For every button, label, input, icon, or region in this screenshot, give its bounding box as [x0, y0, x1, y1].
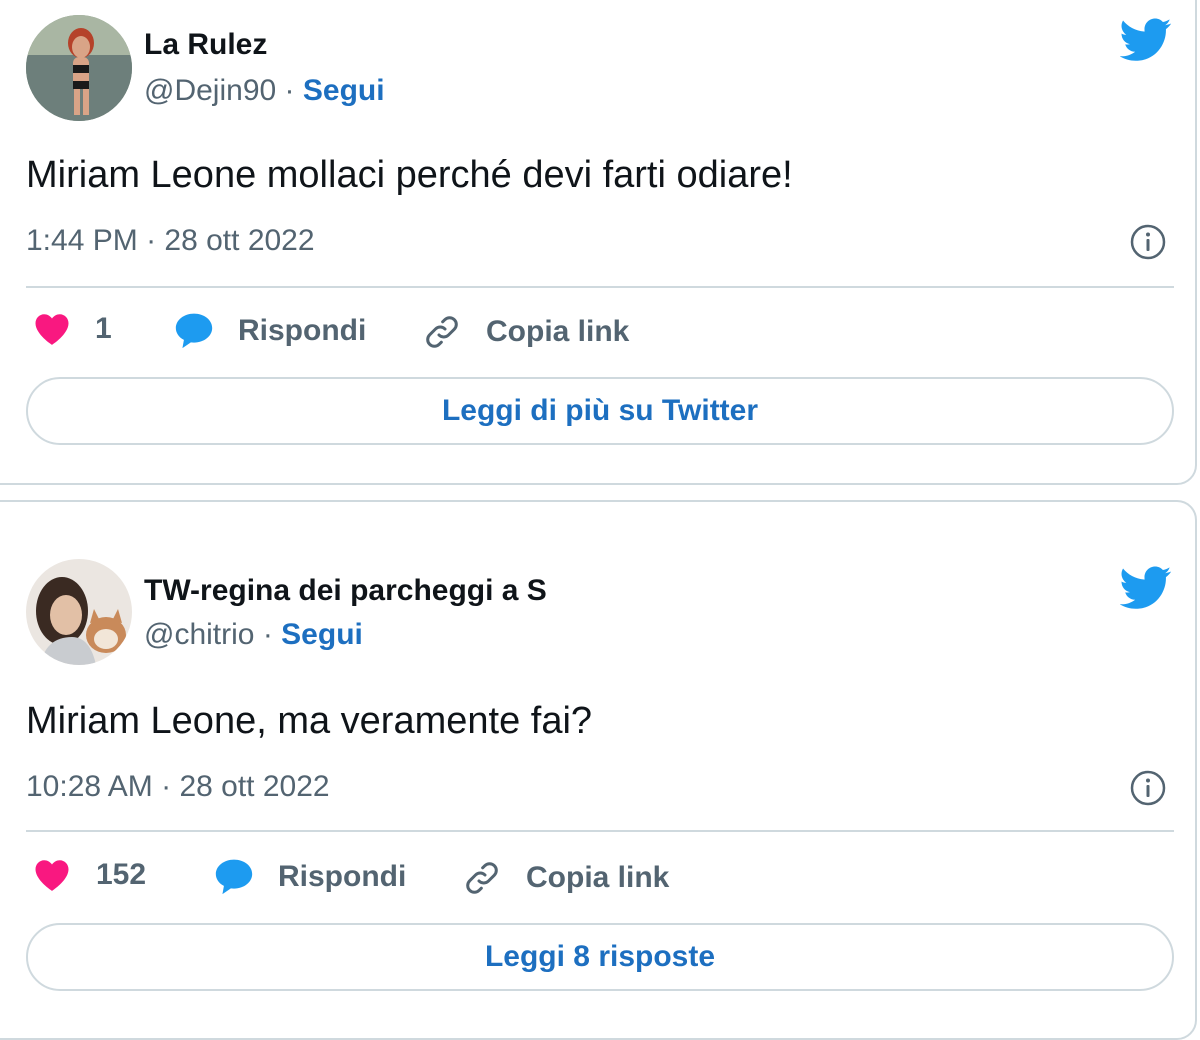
reply-label: Rispondi	[238, 314, 367, 347]
separator: ·	[284, 74, 295, 107]
avatar[interactable]	[26, 559, 132, 665]
follow-button[interactable]: Segui	[303, 74, 385, 107]
reply-bubble-icon	[175, 313, 213, 349]
avatar[interactable]	[26, 15, 132, 121]
separator: ·	[161, 770, 172, 803]
like-button[interactable]: 1	[34, 312, 112, 346]
heart-icon	[35, 860, 69, 891]
like-count: 152	[96, 858, 147, 891]
copy-link-button[interactable]: Copia link	[422, 312, 629, 352]
link-icon	[466, 862, 498, 894]
copy-link-button[interactable]: Copia link	[462, 858, 669, 898]
handle-line: @chitrio · Segui	[144, 618, 363, 652]
display-name[interactable]: La Rulez	[144, 28, 267, 62]
read-replies-button[interactable]: Leggi 8 risposte	[26, 923, 1174, 991]
handle[interactable]: @Dejin90	[144, 74, 276, 107]
reply-bubble-icon	[215, 859, 253, 895]
follow-button[interactable]: Segui	[281, 618, 363, 651]
copy-link-label: Copia link	[486, 315, 630, 348]
reply-label: Rispondi	[278, 860, 407, 893]
copy-link-label: Copia link	[526, 861, 670, 894]
tweet-time: 1:44 PM	[26, 224, 138, 257]
display-name[interactable]: TW-regina dei parcheggi a S	[144, 574, 547, 608]
handle[interactable]: @chitrio	[144, 618, 254, 651]
read-more-button[interactable]: Leggi di più su Twitter	[26, 377, 1174, 445]
tweet-date: 28 ott 2022	[179, 770, 330, 803]
tweet-card: La Rulez @Dejin90 · Segui Miriam Leone m…	[0, 0, 1197, 485]
tweet-text: Miriam Leone, ma veramente fai?	[26, 700, 593, 742]
twitter-bird-icon[interactable]	[1120, 18, 1172, 62]
separator: ·	[146, 224, 157, 257]
timestamp[interactable]: 10:28 AM · 28 ott 2022	[26, 770, 330, 804]
tweet-time: 10:28 AM	[26, 770, 153, 803]
info-icon[interactable]	[1130, 224, 1166, 260]
timestamp[interactable]: 1:44 PM · 28 ott 2022	[26, 224, 315, 258]
reply-button[interactable]: Rispondi	[214, 858, 406, 896]
reply-button[interactable]: Rispondi	[174, 312, 366, 350]
divider	[26, 286, 1174, 288]
tweet-card: TW-regina dei parcheggi a S @chitrio · S…	[0, 500, 1197, 1040]
tweet-text: Miriam Leone mollaci perché devi farti o…	[26, 154, 793, 196]
tweet-date: 28 ott 2022	[164, 224, 315, 257]
link-icon	[426, 316, 458, 348]
handle-line: @Dejin90 · Segui	[144, 74, 385, 108]
twitter-bird-icon[interactable]	[1120, 566, 1172, 610]
like-button[interactable]: 152	[34, 858, 146, 892]
divider	[26, 830, 1174, 832]
info-icon[interactable]	[1130, 770, 1166, 806]
heart-icon	[35, 314, 69, 345]
separator: ·	[262, 618, 273, 651]
like-count: 1	[95, 312, 112, 345]
